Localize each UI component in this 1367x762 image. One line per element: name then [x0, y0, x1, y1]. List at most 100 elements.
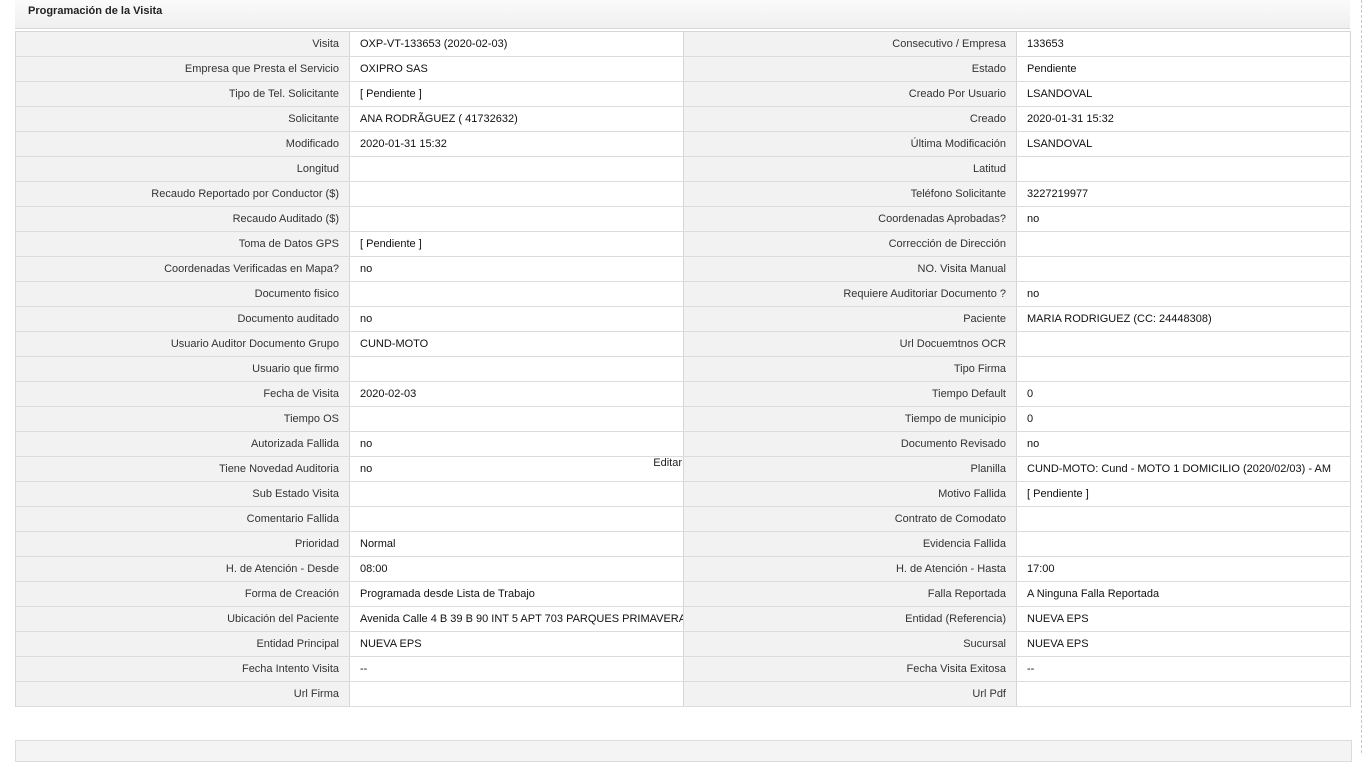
field-label: Evidencia Fallida — [684, 532, 1017, 556]
field-value — [350, 157, 684, 181]
field-label: Documento auditado — [16, 307, 350, 331]
field-value: no — [350, 257, 684, 281]
field-label: Requiere Auditoriar Documento ? — [684, 282, 1017, 306]
field-value: LSANDOVAL — [1017, 82, 1351, 106]
field-label: Consecutivo / Empresa — [684, 32, 1017, 56]
field-label: Planilla — [684, 457, 1017, 481]
detail-row: Sub Estado Visita Motivo Fallida[ Pendien… — [16, 482, 1351, 507]
field-label: Tiempo de municipio — [684, 407, 1017, 431]
field-label: Última Modificación — [684, 132, 1017, 156]
field-value: CUND-MOTO: Cund - MOTO 1 DOMICILIO (2020… — [1017, 457, 1351, 481]
field-label: Ubicación del Paciente — [16, 607, 350, 631]
field-value: 3227219977 — [1017, 182, 1351, 206]
field-label: Longitud — [16, 157, 350, 181]
field-label: Tiene Novedad Auditoria — [16, 457, 350, 481]
field-label: Documento Revisado — [684, 432, 1017, 456]
detail-row: Autorizada Fallida no Documento Revisado … — [16, 432, 1351, 457]
field-value: NUEVA EPS — [350, 632, 684, 656]
field-label: Solicitante — [16, 107, 350, 131]
field-label: Tipo Firma — [684, 357, 1017, 381]
field-label: Documento fisico — [16, 282, 350, 306]
field-value: no Editar — [350, 457, 684, 481]
field-label: Tipo de Tel. Solicitante — [16, 82, 350, 106]
detail-row: Usuario Auditor Documento Grupo CUND-MOTO… — [16, 332, 1351, 357]
detail-row: Toma de Datos GPS[ Pendiente ] Corrección… — [16, 232, 1351, 257]
field-label: Tiempo Default — [684, 382, 1017, 406]
field-label: Coordenadas Aprobadas? — [684, 207, 1017, 231]
field-label: Tiempo OS — [16, 407, 350, 431]
edit-link[interactable]: Editar — [653, 457, 682, 475]
field-value — [1017, 357, 1351, 381]
field-label: Autorizada Fallida — [16, 432, 350, 456]
field-value: 0 — [1017, 382, 1351, 406]
panel-title: Programación de la Visita — [28, 5, 163, 17]
detail-row: H. de Atención - Desde 08:00 H. de Atenció… — [16, 557, 1351, 582]
field-value: Pendiente — [1017, 57, 1351, 81]
detail-row: Usuario que firmo Tipo Firma — [16, 357, 1351, 382]
field-value: no — [350, 307, 684, 331]
field-label: Coordenadas Verificadas en Mapa? — [16, 257, 350, 281]
detail-row: Documento fisico Requiere Auditoriar Docu… — [16, 282, 1351, 307]
field-value — [350, 182, 684, 206]
field-label: Usuario Auditor Documento Grupo — [16, 332, 350, 356]
field-value: NUEVA EPS — [1017, 632, 1351, 656]
field-label: Entidad (Referencia) — [684, 607, 1017, 631]
detail-row: Tiene Novedad Auditoria no Editar Planilla… — [16, 457, 1351, 482]
field-label: Toma de Datos GPS — [16, 232, 350, 256]
field-value: 2020-01-31 15:32 — [350, 132, 684, 156]
field-label: H. de Atención - Desde — [16, 557, 350, 581]
field-value — [350, 682, 684, 706]
field-label: NO. Visita Manual — [684, 257, 1017, 281]
field-label: Recaudo Auditado ($) — [16, 207, 350, 231]
field-label: Paciente — [684, 307, 1017, 331]
field-value: ANA RODRÃGUEZ ( 41732632) — [350, 107, 684, 131]
detail-row: Recaudo Auditado ($) Coordenadas Aprobada… — [16, 207, 1351, 232]
field-label: H. de Atención - Hasta — [684, 557, 1017, 581]
field-label: Comentario Fallida — [16, 507, 350, 531]
field-value — [350, 507, 684, 531]
field-label: Falla Reportada — [684, 582, 1017, 606]
detail-row: Recaudo Reportado por Conductor ($) Teléf… — [16, 182, 1351, 207]
field-value: 0 — [1017, 407, 1351, 431]
field-value — [350, 282, 684, 306]
field-label: Motivo Fallida — [684, 482, 1017, 506]
detail-row: Solicitante ANA RODRÃGUEZ ( 41732632) Crea… — [16, 107, 1351, 132]
field-label: Fecha Intento Visita — [16, 657, 350, 681]
detail-row: Coordenadas Verificadas en Mapa? no NO. V… — [16, 257, 1351, 282]
detail-row: Modificado 2020-01-31 15:32 Última Modific… — [16, 132, 1351, 157]
field-label: Forma de Creación — [16, 582, 350, 606]
field-value: [ Pendiente ] — [350, 82, 684, 106]
field-value — [1017, 232, 1351, 256]
field-value — [350, 407, 684, 431]
detail-row: Url Firma Url Pdf — [16, 682, 1351, 707]
detail-row: Fecha Intento Visita -- Fecha Visita Exit… — [16, 657, 1351, 682]
detail-row: Prioridad Normal Evidencia Fallida — [16, 532, 1351, 557]
field-value: [ Pendiente ] — [350, 232, 684, 256]
field-value: -- — [1017, 657, 1351, 681]
field-value: 2020-01-31 15:32 — [1017, 107, 1351, 131]
field-value: no — [350, 432, 684, 456]
page-divider — [1361, 0, 1362, 753]
detail-row: Tiempo OS Tiempo de municipio 0 — [16, 407, 1351, 432]
field-value: Avenida Calle 4 B 39 B 90 INT 5 APT 703 … — [350, 607, 684, 631]
field-label: Contrato de Comodato — [684, 507, 1017, 531]
field-label: Url Pdf — [684, 682, 1017, 706]
field-value: OXIPRO SAS — [350, 57, 684, 81]
field-value — [350, 207, 684, 231]
next-panel-header — [15, 740, 1352, 762]
detail-row: Ubicación del Paciente Avenida Calle 4 B … — [16, 607, 1351, 632]
detail-row: Documento auditado no Paciente MARIA RODRI… — [16, 307, 1351, 332]
detail-row: Empresa que Presta el Servicio OXIPRO SAS… — [16, 57, 1351, 82]
field-value — [1017, 332, 1351, 356]
field-label: Url Docuemtnos OCR — [684, 332, 1017, 356]
field-value — [1017, 507, 1351, 531]
field-label: Corrección de Dirección — [684, 232, 1017, 256]
field-label: Sucursal — [684, 632, 1017, 656]
field-value: 133653 — [1017, 32, 1351, 56]
field-value — [350, 482, 684, 506]
detail-row: Tipo de Tel. Solicitante[ Pendiente ] Cre… — [16, 82, 1351, 107]
field-value: OXP-VT-133653 (2020-02-03) — [350, 32, 684, 56]
field-label: Empresa que Presta el Servicio — [16, 57, 350, 81]
field-label: Creado Por Usuario — [684, 82, 1017, 106]
field-value: 2020-02-03 — [350, 382, 684, 406]
